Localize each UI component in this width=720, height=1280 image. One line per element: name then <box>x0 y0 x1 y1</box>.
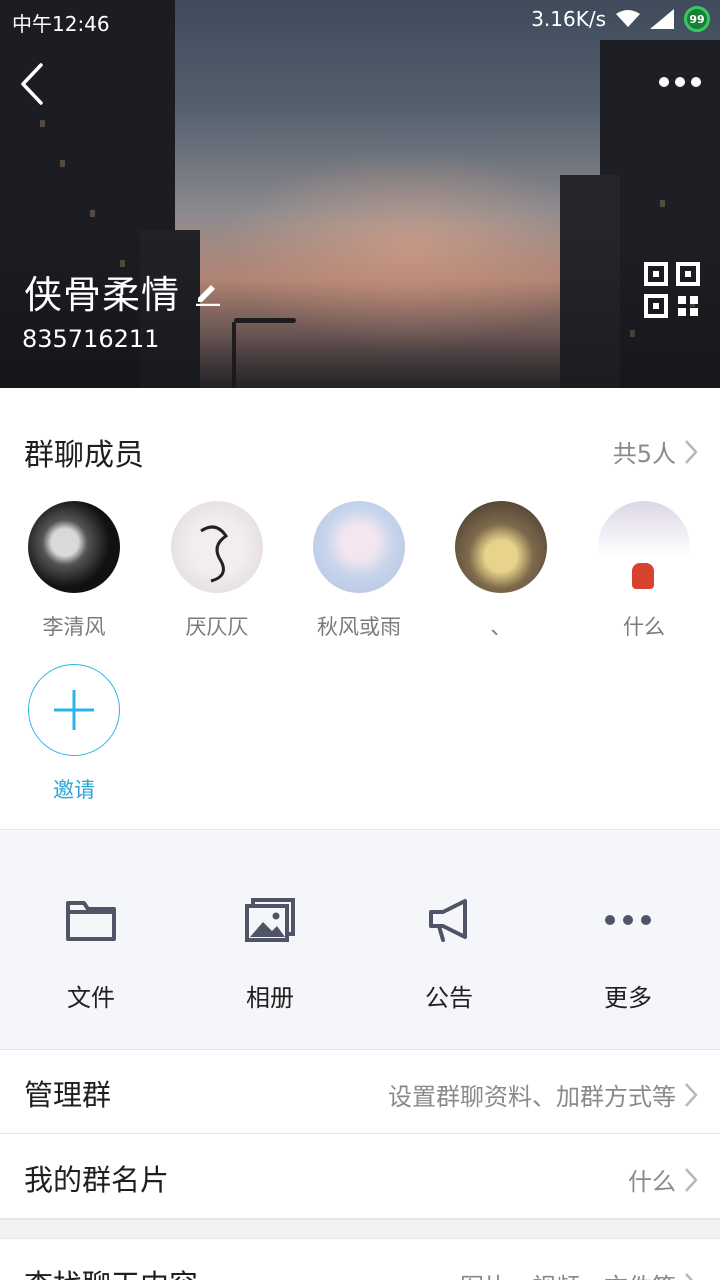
row-title: 管理群 <box>24 1078 112 1112</box>
member-item[interactable]: 秋风或雨 <box>299 501 419 641</box>
plus-icon <box>54 690 94 730</box>
row-value-wrap: 图片、视频、文件等 <box>460 1267 698 1280</box>
signal-icon <box>650 9 674 29</box>
action-label: 更多 <box>604 984 652 1012</box>
member-item[interactable]: 李清风 <box>14 501 134 641</box>
building-window <box>60 160 65 167</box>
row-value-wrap: 设置群聊资料、加群方式等 <box>388 1077 698 1112</box>
action-album[interactable]: 相册 <box>200 890 340 1013</box>
folder-icon <box>66 901 116 941</box>
building-window <box>90 210 95 217</box>
chevron-right-icon <box>685 1272 694 1280</box>
avatar <box>598 501 690 593</box>
chevron-right-icon <box>685 1167 698 1192</box>
action-icon-wrap <box>379 890 519 950</box>
search-chat-row[interactable]: 查找聊天内容 图片、视频、文件等 <box>0 1240 720 1280</box>
avatar <box>313 501 405 593</box>
qr-code-button[interactable] <box>644 262 700 318</box>
action-icon-wrap <box>200 890 340 950</box>
group-id: 835716211 <box>22 325 160 353</box>
manage-group-row[interactable]: 管理群 设置群聊资料、加群方式等 <box>0 1050 720 1134</box>
building-window <box>40 120 45 127</box>
member-name: 什么 <box>623 615 665 639</box>
network-speed: 3.16K/s <box>531 7 606 31</box>
row-value: 设置群聊资料、加群方式等 <box>388 1083 676 1111</box>
battery-icon: 99 <box>684 6 710 32</box>
megaphone-icon <box>429 899 467 942</box>
members-count-link[interactable]: 共5人 <box>613 434 698 469</box>
avatar <box>455 501 547 593</box>
action-more[interactable]: 更多 <box>558 890 698 1013</box>
my-group-card-row[interactable]: 我的群名片 什么 <box>0 1135 720 1219</box>
wifi-icon <box>616 10 640 27</box>
row-value: 图片、视频、文件等 <box>460 1267 676 1280</box>
action-files[interactable]: 文件 <box>21 890 161 1013</box>
member-name: 厌仄仄 <box>185 615 249 639</box>
action-notice[interactable]: 公告 <box>379 890 519 1013</box>
member-name: 秋风或雨 <box>317 615 401 639</box>
pencil-icon[interactable] <box>194 278 222 306</box>
group-name-row: 侠骨柔情 <box>24 264 222 319</box>
row-title: 我的群名片 <box>24 1163 170 1197</box>
action-icon-wrap <box>21 890 161 950</box>
row-value-wrap: 什么 <box>628 1162 698 1197</box>
avatar <box>28 501 120 593</box>
chevron-left-icon <box>21 63 43 105</box>
row-value: 什么 <box>628 1168 676 1196</box>
group-name: 侠骨柔情 <box>24 273 181 317</box>
status-time: 中午12:46 <box>12 12 110 36</box>
member-name: 、 <box>490 615 512 639</box>
chevron-right-icon <box>685 1082 698 1107</box>
members-count: 共5人 <box>612 440 676 468</box>
qr-code-icon <box>644 262 700 318</box>
album-icon <box>245 898 295 942</box>
building-window <box>660 200 665 207</box>
action-label: 文件 <box>67 984 115 1012</box>
section-gap <box>0 1219 720 1239</box>
more-dots-icon <box>659 77 701 87</box>
member-name: 李清风 <box>42 615 106 639</box>
action-label: 相册 <box>246 984 294 1012</box>
status-bar: 中午12:46 3.16K/s 99 <box>0 0 720 38</box>
avatar <box>171 501 263 593</box>
back-button[interactable] <box>14 60 50 108</box>
members-section: 群聊成员 共5人 李清风 厌仄仄 秋风或雨 、 什么 邀请 <box>0 388 720 829</box>
action-icon-wrap <box>558 890 698 950</box>
members-title: 群聊成员 <box>24 438 144 473</box>
actions-bar: 文件 相册 公告 更多 <box>0 829 720 1050</box>
member-item[interactable]: 厌仄仄 <box>157 501 277 641</box>
action-label: 公告 <box>425 984 473 1012</box>
chevron-right-icon <box>685 439 698 464</box>
status-right: 3.16K/s 99 <box>531 6 710 32</box>
invite-button[interactable]: 邀请 <box>14 664 134 804</box>
member-item[interactable]: 、 <box>441 501 561 641</box>
member-item[interactable]: 什么 <box>584 501 704 641</box>
more-menu-button[interactable] <box>654 62 706 102</box>
row-title: 查找聊天内容 <box>24 1262 198 1280</box>
invite-label: 邀请 <box>53 778 95 802</box>
invite-circle <box>28 664 120 756</box>
more-dots-icon <box>605 915 651 925</box>
